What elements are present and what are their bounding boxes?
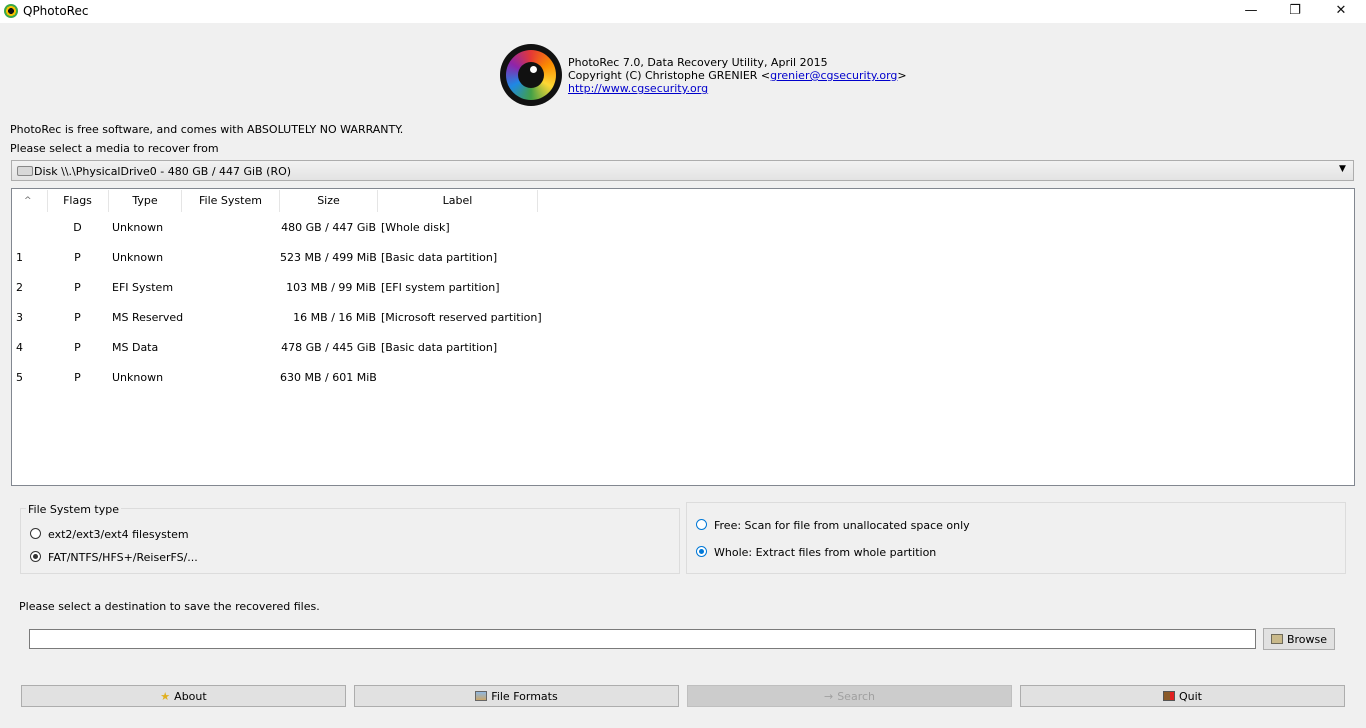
cell-num: 2 xyxy=(16,281,23,294)
cell-flags: P xyxy=(74,371,81,384)
version-info: PhotoRec 7.0, Data Recovery Utility, Apr… xyxy=(568,56,828,69)
search-button[interactable]: → Search xyxy=(687,685,1012,707)
exit-door-icon xyxy=(1163,691,1175,701)
cell-num: 5 xyxy=(16,371,23,384)
chevron-down-icon[interactable]: ▼ xyxy=(1339,164,1346,174)
star-icon: ★ xyxy=(160,689,171,703)
quit-label: Quit xyxy=(1179,689,1202,703)
radio-label-free[interactable]: Free: Scan for file from unallocated spa… xyxy=(714,519,970,532)
column-header-type[interactable]: Type xyxy=(109,190,182,212)
radio-ext-filesystem[interactable] xyxy=(30,528,41,539)
table-row[interactable]: 5 P Unknown 630 MB / 601 MiB xyxy=(12,371,1352,387)
column-header-flags[interactable]: Flags xyxy=(47,190,109,212)
file-formats-button[interactable]: File Formats xyxy=(354,685,679,707)
sort-up-icon: ^ xyxy=(24,196,32,206)
minimize-button[interactable]: — xyxy=(1228,0,1274,23)
table-row[interactable]: 3 P MS Reserved 16 MB / 16 MiB [Microsoft re… xyxy=(12,311,1352,327)
cell-fs xyxy=(184,311,279,327)
cell-label: [Whole disk] xyxy=(381,221,450,234)
media-select[interactable]: Disk \\.\PhysicalDrive0 - 480 GB / 447 G… xyxy=(11,160,1354,181)
cell-label: [Microsoft reserved partition] xyxy=(381,311,542,324)
column-header-label[interactable]: Label xyxy=(378,190,538,212)
cell-label: [Basic data partition] xyxy=(381,341,498,354)
copyright-line: Copyright (C) Christophe GRENIER <grenie… xyxy=(568,69,907,82)
radio-label-fat-ntfs[interactable]: FAT/NTFS/HFS+/ReiserFS/... xyxy=(48,551,198,564)
search-arrow-icon: → xyxy=(823,689,834,703)
column-header-num[interactable]: ^ xyxy=(12,190,48,212)
radio-free-scan[interactable] xyxy=(696,519,707,530)
cell-label: [Basic data partition] xyxy=(381,251,498,264)
cell-size: 523 MB / 499 MiB xyxy=(280,251,377,264)
copyright-suffix: > xyxy=(897,69,907,82)
radio-whole-scan[interactable] xyxy=(696,546,707,557)
restore-button[interactable]: ❐ xyxy=(1272,0,1318,23)
image-icon xyxy=(475,691,488,701)
table-row[interactable]: 4 P MS Data 478 GB / 445 GiB [Basic data par… xyxy=(12,341,1352,357)
cell-fs xyxy=(184,281,279,297)
partition-table[interactable]: ^ Flags Type File System Size Label D Unk… xyxy=(11,188,1355,486)
browse-label: Browse xyxy=(1286,632,1328,646)
cell-fs xyxy=(184,251,279,267)
destination-input[interactable] xyxy=(29,629,1256,649)
website-link[interactable]: http://www.cgsecurity.org xyxy=(568,82,708,95)
file-formats-label: File Formats xyxy=(491,689,558,703)
quit-button[interactable]: Quit xyxy=(1020,685,1345,707)
window-title: QPhotoRec xyxy=(23,4,89,18)
destination-prompt: Please select a destination to save the … xyxy=(19,600,320,613)
app-icon xyxy=(4,4,18,18)
cell-size: 480 GB / 447 GiB xyxy=(281,221,376,234)
cell-flags: D xyxy=(73,221,82,234)
cell-num: 3 xyxy=(16,311,23,324)
filesystem-type-group xyxy=(20,508,680,574)
folder-icon xyxy=(1270,634,1283,644)
disk-icon xyxy=(17,166,33,176)
about-label: About xyxy=(174,689,207,703)
cell-size: 630 MB / 601 MiB xyxy=(280,371,377,384)
cell-type: EFI System xyxy=(112,281,174,294)
cell-type: MS Reserved xyxy=(112,311,184,324)
table-row[interactable]: D Unknown 480 GB / 447 GiB [Whole disk] xyxy=(12,221,1352,237)
cell-flags: P xyxy=(74,281,81,294)
table-row[interactable]: 1 P Unknown 523 MB / 499 MiB [Basic data par… xyxy=(12,251,1352,267)
cell-size: 16 MB / 16 MiB xyxy=(293,311,376,324)
browse-button[interactable]: Browse xyxy=(1263,628,1335,650)
cell-size: 103 MB / 99 MiB xyxy=(286,281,376,294)
column-header-filesystem[interactable]: File System xyxy=(182,190,280,212)
cell-size: 478 GB / 445 GiB xyxy=(281,341,376,354)
close-button[interactable]: ✕ xyxy=(1318,0,1364,23)
cell-type: Unknown xyxy=(112,221,164,234)
cell-flags: P xyxy=(74,251,81,264)
column-header-size[interactable]: Size xyxy=(280,190,378,212)
filesystem-type-title: File System type xyxy=(26,503,121,516)
scan-mode-group xyxy=(686,502,1346,574)
title-bar: QPhotoRec — ❐ ✕ xyxy=(0,0,1366,23)
media-prompt: Please select a media to recover from xyxy=(10,142,219,155)
media-selected-value: Disk \\.\PhysicalDrive0 - 480 GB / 447 G… xyxy=(34,165,292,178)
radio-label-whole[interactable]: Whole: Extract files from whole partitio… xyxy=(714,546,936,559)
cell-label xyxy=(381,371,681,387)
cell-type: Unknown xyxy=(112,251,164,264)
cell-type: Unknown xyxy=(112,371,164,384)
cell-fs xyxy=(184,221,279,237)
cell-num: 1 xyxy=(16,251,23,264)
cell-fs xyxy=(184,371,279,387)
cell-flags: P xyxy=(74,341,81,354)
cell-fs xyxy=(184,341,279,357)
email-link[interactable]: grenier@cgsecurity.org xyxy=(770,69,897,82)
warranty-notice: PhotoRec is free software, and comes wit… xyxy=(10,123,404,136)
cell-type: MS Data xyxy=(112,341,159,354)
radio-fat-ntfs-filesystem[interactable] xyxy=(30,551,41,562)
search-label: Search xyxy=(837,689,875,703)
cell-flags: P xyxy=(74,311,81,324)
logo-glint xyxy=(530,66,537,73)
copyright-text: Copyright (C) Christophe GRENIER < xyxy=(568,69,771,82)
cell-label: [EFI system partition] xyxy=(381,281,500,294)
cell-num xyxy=(16,221,44,237)
about-button[interactable]: ★ About xyxy=(21,685,346,707)
cell-num: 4 xyxy=(16,341,23,354)
table-row[interactable]: 2 P EFI System 103 MB / 99 MiB [EFI system p… xyxy=(12,281,1352,297)
radio-label-ext[interactable]: ext2/ext3/ext4 filesystem xyxy=(48,528,189,541)
